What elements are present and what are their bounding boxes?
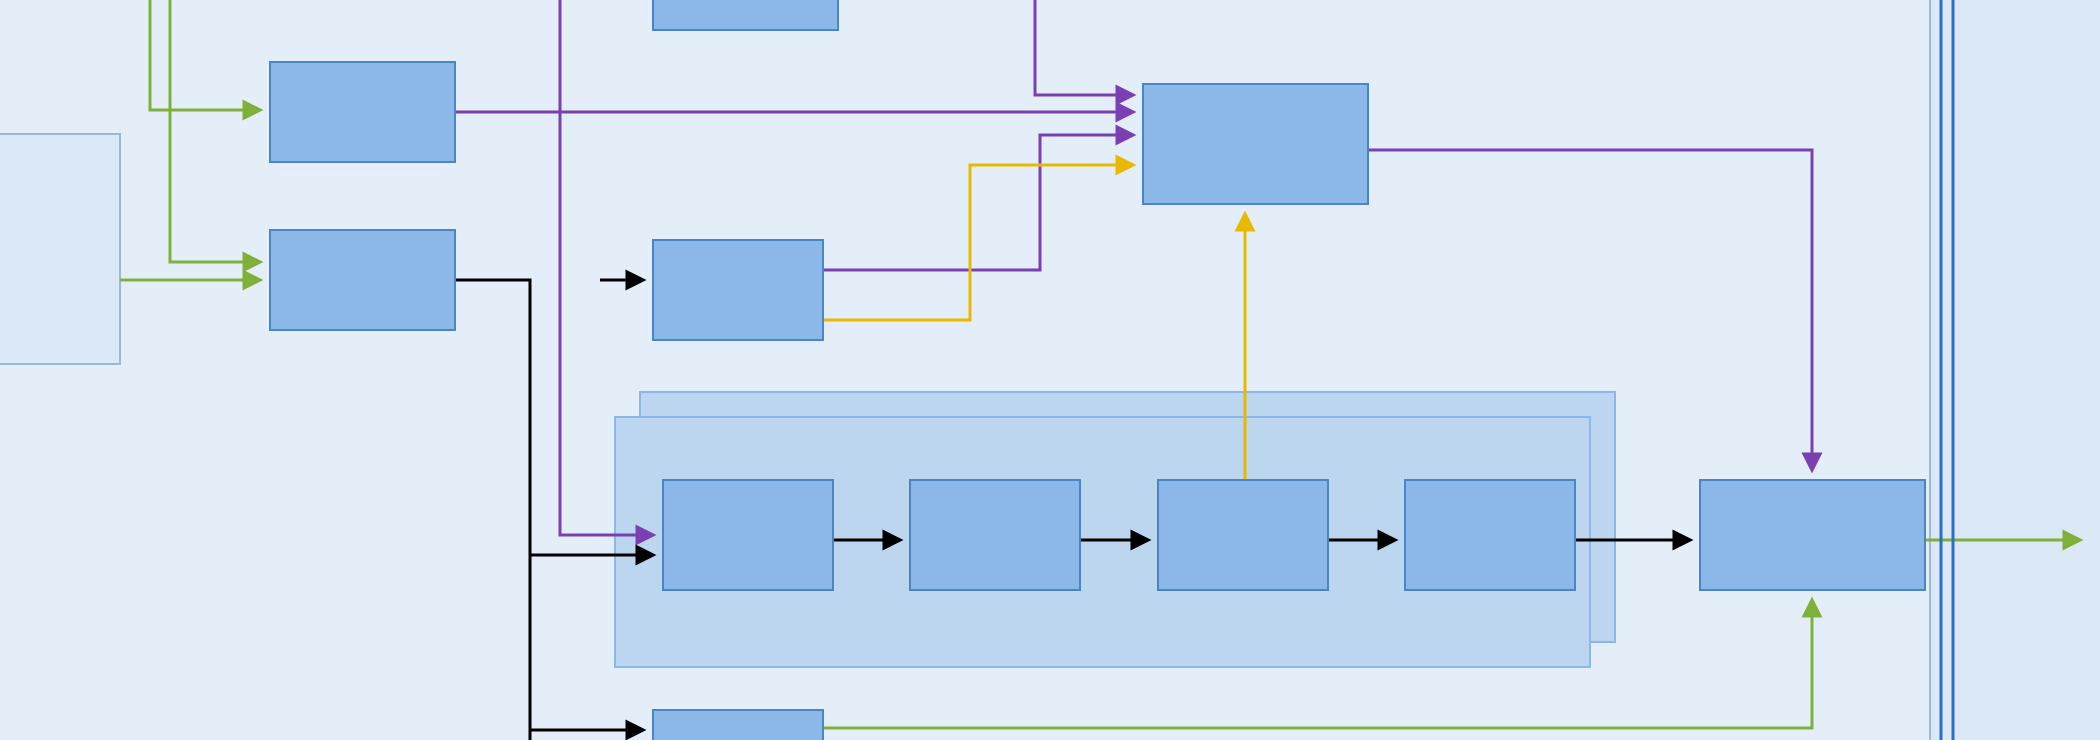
panel-panel_right (1930, 0, 2100, 740)
node-n_bottom (653, 710, 823, 740)
edge-purple (1035, 0, 1133, 95)
flow-diagram (0, 0, 2100, 740)
node-n_c (653, 240, 823, 340)
node-p2 (910, 480, 1080, 590)
edge-purple (823, 135, 1133, 270)
node-p3 (1158, 480, 1328, 590)
edge-green (170, 0, 260, 262)
edge-green (150, 0, 260, 110)
panel-panel_left (0, 134, 120, 364)
edge-black (455, 280, 530, 740)
node-n_top (653, 0, 838, 30)
edge-yellow (823, 165, 1133, 320)
node-n_a (270, 62, 455, 162)
node-n_hub (1143, 84, 1368, 204)
node-n_out (1700, 480, 1925, 590)
node-n_b (270, 230, 455, 330)
node-p4 (1405, 480, 1575, 590)
node-p1 (663, 480, 833, 590)
